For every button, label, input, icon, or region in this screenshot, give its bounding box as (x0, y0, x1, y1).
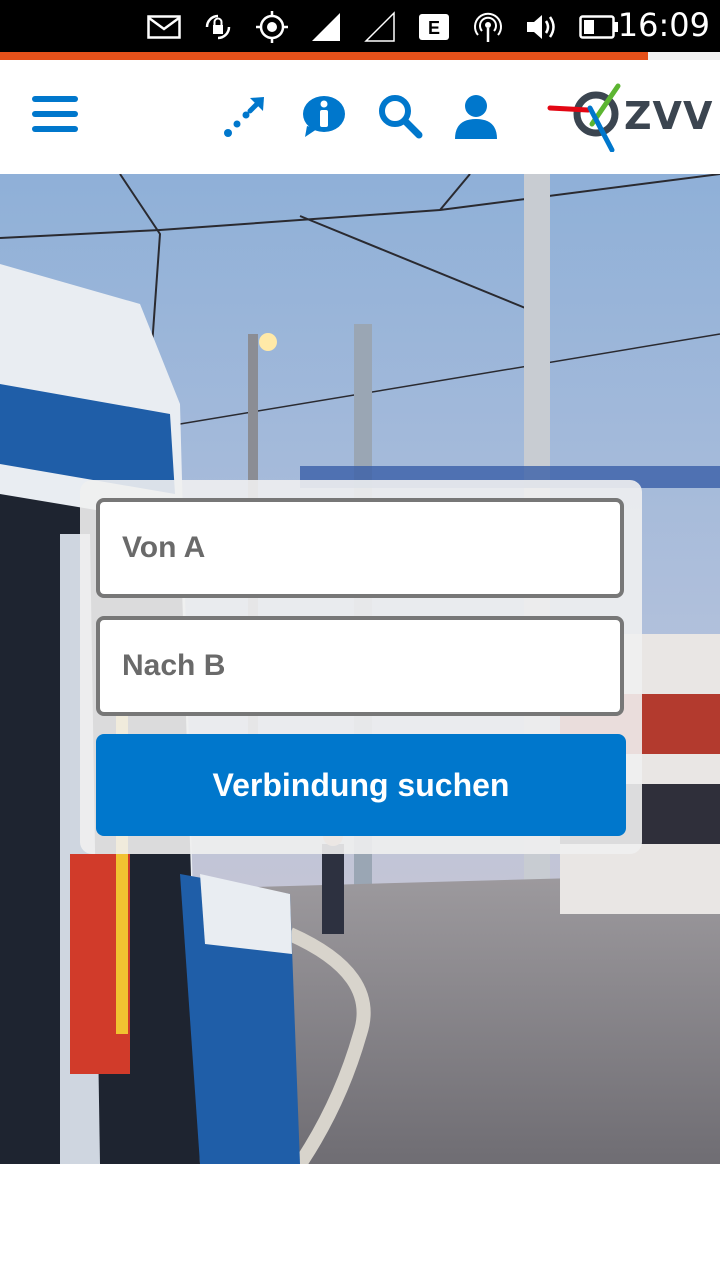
search-icon (379, 95, 423, 139)
battery-icon (578, 9, 620, 45)
page-load-progress (0, 52, 720, 60)
top-navigation: ZVV (0, 60, 720, 174)
page-content-area (0, 1164, 720, 1280)
from-input[interactable] (122, 502, 620, 594)
volume-icon (524, 9, 560, 45)
to-field[interactable] (96, 616, 624, 716)
hamburger-menu-icon (32, 96, 78, 132)
status-bar: E 16:09 (0, 0, 720, 52)
zvv-logo-mark (547, 83, 621, 152)
mail-icon (146, 9, 182, 45)
user-icon (455, 95, 497, 139)
hamburger-menu-button[interactable] (30, 92, 80, 136)
search-connection-button[interactable]: Verbindung suchen (96, 734, 626, 836)
network-type-icon: E (416, 9, 452, 45)
progress-fill (0, 52, 648, 60)
search-button[interactable] (372, 90, 428, 142)
logo-text: ZVV (624, 94, 714, 138)
from-field[interactable] (96, 498, 624, 598)
clock: 16:09 (617, 6, 710, 44)
signal-empty-icon (362, 9, 398, 45)
gps-icon (254, 9, 290, 45)
hotspot-icon (470, 9, 506, 45)
to-input[interactable] (122, 620, 620, 712)
signal-full-icon (308, 9, 344, 45)
connection-search-form: Verbindung suchen (80, 480, 642, 854)
connection-button[interactable] (218, 90, 274, 142)
user-button[interactable] (448, 90, 504, 142)
info-button[interactable] (296, 90, 352, 142)
connection-arrow-icon (224, 97, 264, 137)
zvv-logo[interactable]: ZVV (546, 80, 712, 152)
info-icon (303, 96, 345, 137)
network-badge: E (428, 18, 440, 38)
rotation-lock-icon (200, 9, 236, 45)
